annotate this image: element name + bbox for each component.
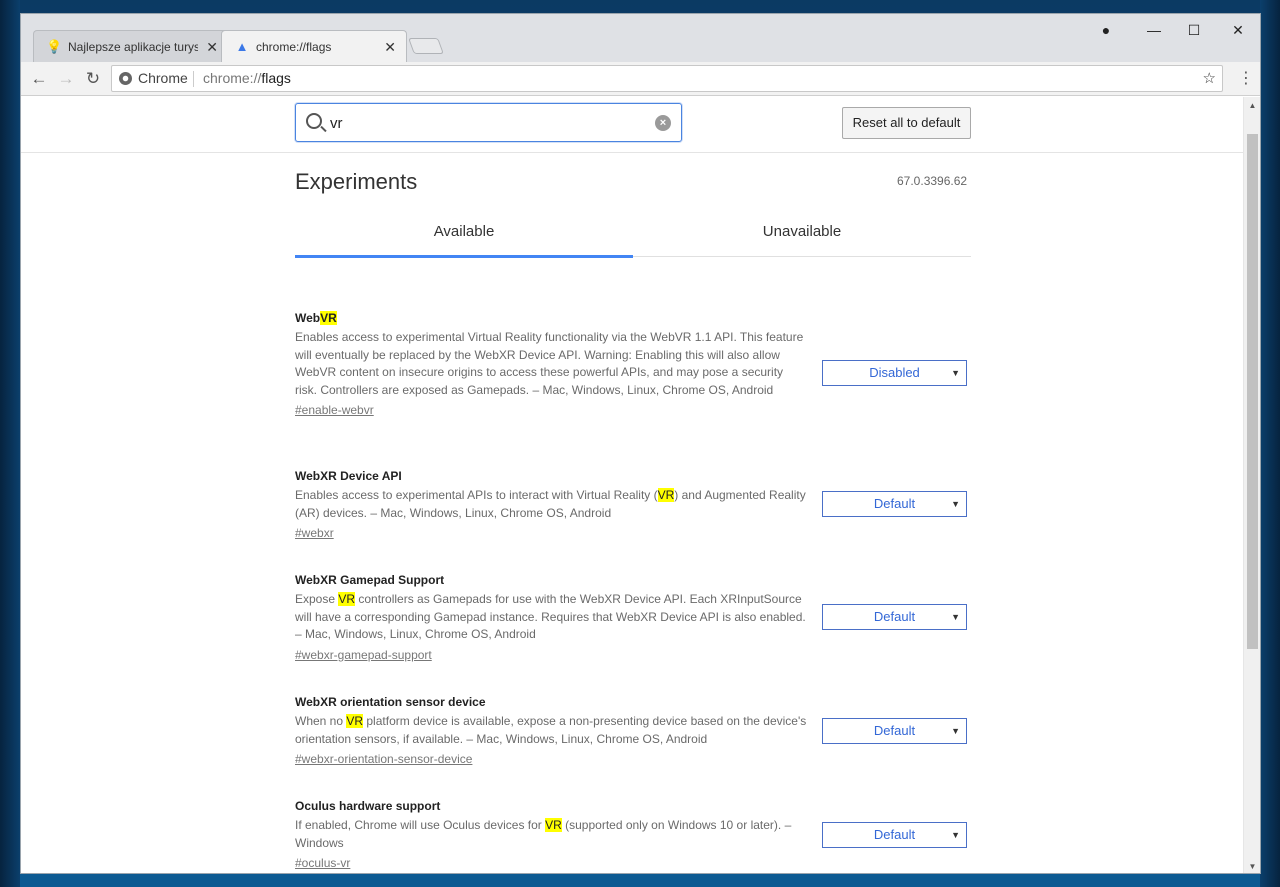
experiments-tabs: Available Unavailable — [295, 217, 971, 258]
close-tab-icon[interactable]: ✕ — [206, 31, 218, 63]
menu-dots-icon[interactable]: ⋮ — [1238, 68, 1254, 90]
tab-title: Najlepsze aplikacje turyst — [68, 40, 198, 54]
experiment-description: Enables access to experimental Virtual R… — [295, 330, 804, 397]
search-icon — [306, 113, 322, 129]
new-tab-button[interactable] — [408, 38, 444, 54]
tab-title: chrome://flags — [256, 40, 332, 54]
experiment-link[interactable]: #webxr-orientation-sensor-device — [295, 752, 472, 766]
experiment-webxr-device-api: WebXR Device API Enables access to exper… — [295, 469, 975, 542]
experiment-link[interactable]: #oculus-vr — [295, 856, 350, 870]
tab-chrome-flags[interactable]: ▲ chrome://flags ✕ — [221, 30, 407, 62]
omnibox-separator — [193, 71, 194, 87]
minimize-icon[interactable]: — — [1139, 18, 1169, 42]
experiment-select[interactable]: Default ▼ — [822, 491, 967, 517]
vertical-scrollbar[interactable]: ▲ ▼ — [1243, 97, 1260, 873]
select-value: Default — [873, 609, 916, 624]
experiment-name: WebXR orientation sensor device — [295, 695, 486, 709]
select-value: Default — [873, 723, 916, 738]
close-window-icon[interactable]: ✕ — [1223, 18, 1253, 42]
select-value: Default — [873, 496, 916, 511]
browser-window: 💡 Najlepsze aplikacje turyst ✕ ▲ chrome:… — [20, 13, 1261, 874]
security-chip[interactable]: Chrome — [138, 66, 188, 91]
experiment-name: WebVR — [295, 311, 337, 325]
back-arrow-icon[interactable]: ← — [28, 68, 50, 90]
bulb-icon: 💡 — [46, 39, 63, 54]
experiment-select[interactable]: Default ▼ — [822, 822, 967, 848]
experiment-name: WebXR Device API — [295, 469, 402, 483]
experiment-select[interactable]: Default ▼ — [822, 718, 967, 744]
flags-search-box[interactable]: × — [295, 103, 682, 142]
chevron-down-icon: ▼ — [951, 368, 960, 378]
experiment-link[interactable]: #enable-webvr — [295, 403, 374, 417]
experiment-webxr-gamepad-support: WebXR Gamepad Support Expose VR controll… — [295, 573, 975, 664]
experiment-select[interactable]: Default ▼ — [822, 604, 967, 630]
experiment-link[interactable]: #webxr — [295, 526, 334, 540]
flags-page: × Reset all to default Experiments 67.0.… — [21, 97, 1244, 873]
chevron-down-icon: ▼ — [951, 499, 960, 509]
chevron-down-icon: ▼ — [951, 612, 960, 622]
chrome-logo-icon — [119, 72, 132, 85]
experiment-webvr: WebVR Enables access to experimental Vir… — [295, 311, 975, 419]
reset-all-button[interactable]: Reset all to default — [842, 107, 971, 139]
experiment-name: Oculus hardware support — [295, 799, 441, 813]
experiment-oculus-hardware-support: Oculus hardware support If enabled, Chro… — [295, 799, 975, 872]
select-value: Default — [873, 827, 916, 842]
scroll-up-arrow-icon[interactable]: ▲ — [1244, 97, 1260, 114]
tab-unavailable[interactable]: Unavailable — [633, 217, 971, 247]
desktop-background-left — [0, 0, 20, 887]
reload-icon[interactable]: ↻ — [82, 68, 104, 90]
chevron-down-icon: ▼ — [951, 830, 960, 840]
url-text[interactable]: chrome://flags — [203, 66, 291, 91]
experiment-name: WebXR Gamepad Support — [295, 573, 445, 587]
close-tab-icon[interactable]: ✕ — [384, 31, 396, 63]
search-input[interactable] — [330, 112, 630, 134]
profile-icon[interactable]: ● — [1091, 18, 1121, 42]
tab-najlepsze-aplikacje[interactable]: 💡 Najlepsze aplikacje turyst ✕ — [33, 30, 229, 62]
bookmark-star-icon[interactable]: ☆ — [1203, 66, 1216, 91]
experiment-description: Expose VR controllers as Gamepads for us… — [295, 592, 806, 641]
search-header: × Reset all to default — [21, 97, 1244, 153]
active-tab-indicator — [295, 255, 633, 258]
experiment-link[interactable]: #webxr-gamepad-support — [295, 648, 432, 662]
tab-strip: 💡 Najlepsze aplikacje turyst ✕ ▲ chrome:… — [21, 14, 1260, 62]
page-title: Experiments — [295, 169, 418, 194]
scroll-down-arrow-icon[interactable]: ▼ — [1244, 858, 1260, 873]
tab-available[interactable]: Available — [295, 217, 633, 247]
clear-search-icon[interactable]: × — [655, 115, 671, 131]
scrollbar-thumb[interactable] — [1247, 134, 1258, 649]
maximize-icon[interactable]: ☐ — [1179, 18, 1209, 42]
experiment-select[interactable]: Disabled ▼ — [822, 360, 967, 386]
address-bar[interactable]: Chrome chrome://flags ☆ — [111, 65, 1223, 92]
version-label: 67.0.3396.62 — [897, 174, 968, 188]
experiment-webxr-orientation-sensor: WebXR orientation sensor device When no … — [295, 695, 975, 768]
select-value: Disabled — [869, 365, 920, 380]
desktop-background-right — [1260, 0, 1280, 887]
flask-icon: ▲ — [235, 39, 249, 54]
chevron-down-icon: ▼ — [951, 726, 960, 736]
forward-arrow-icon[interactable]: → — [55, 68, 77, 90]
experiment-description: If enabled, Chrome will use Oculus devic… — [295, 818, 792, 850]
browser-toolbar: ← → ↻ Chrome chrome://flags ☆ ⋮ — [21, 62, 1260, 96]
experiment-description: Enables access to experimental APIs to i… — [295, 488, 806, 520]
experiment-description: When no VR platform device is available,… — [295, 714, 807, 746]
